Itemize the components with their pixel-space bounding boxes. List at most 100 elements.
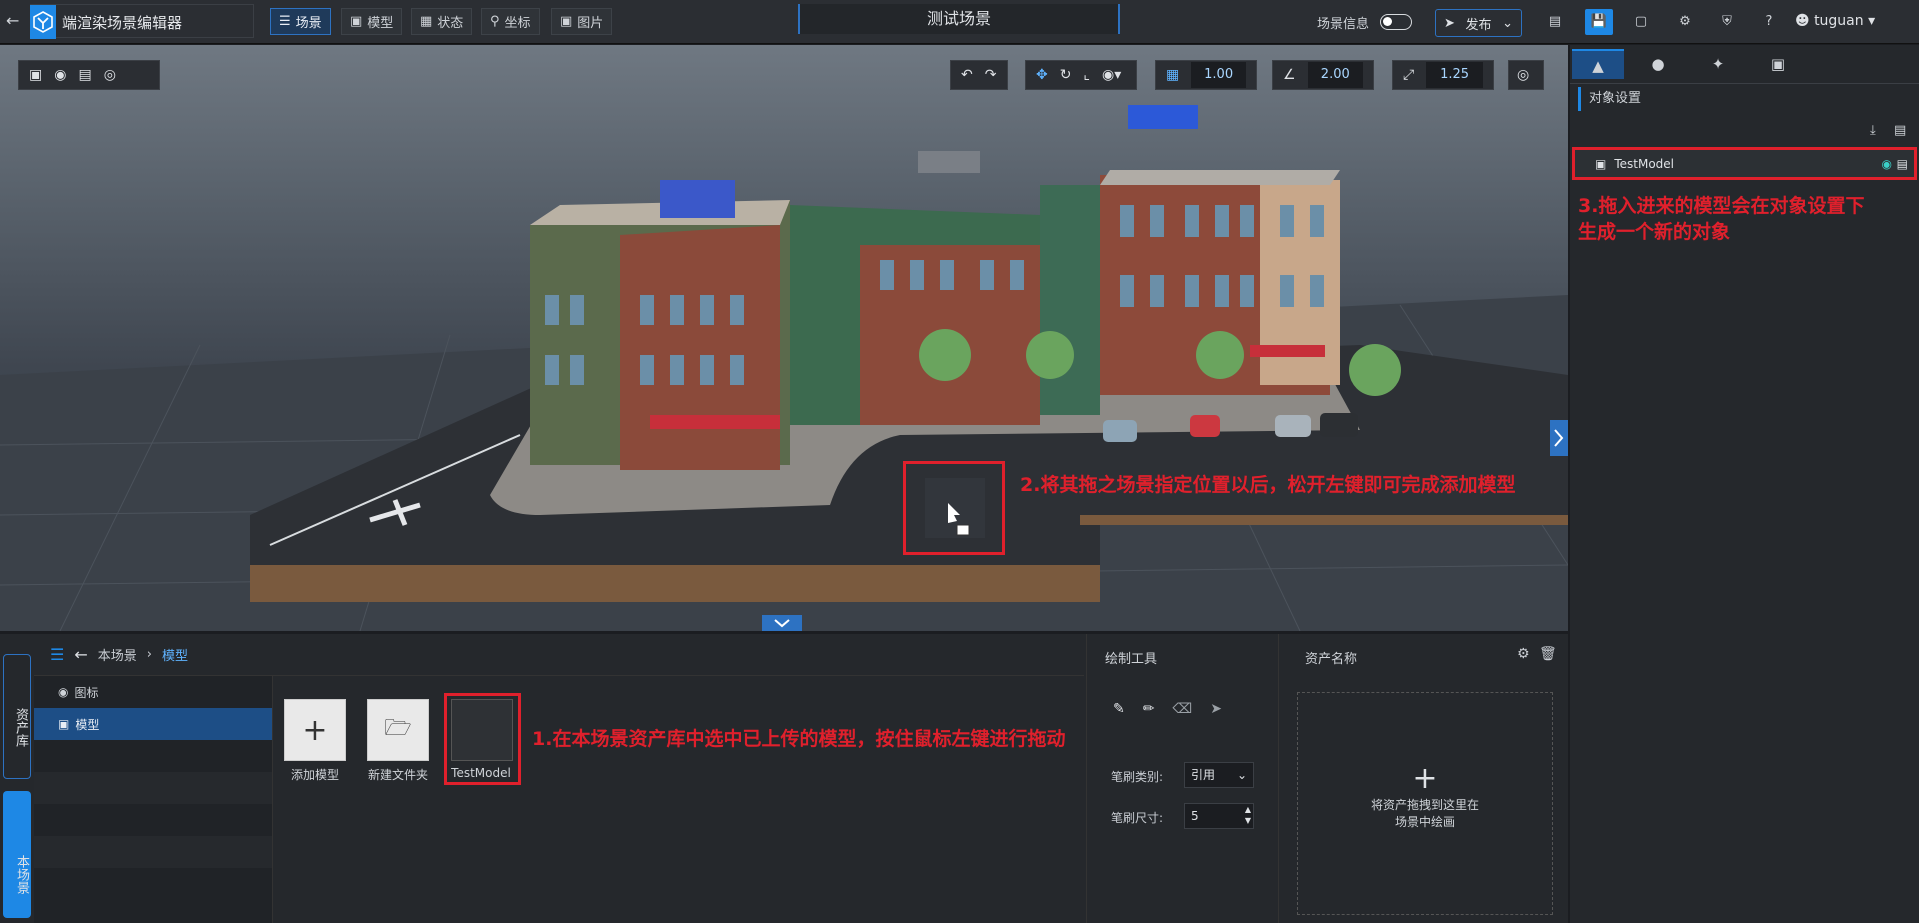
paint-brush-icon[interactable]: ✏ (1143, 701, 1155, 717)
send-icon: ➤ (1444, 15, 1455, 31)
brush-icon[interactable]: ✎ (1113, 701, 1125, 717)
back-arrow-icon[interactable]: ← (74, 645, 87, 664)
object-name: TestModel (1614, 156, 1675, 171)
draw-tools-row: ✎ ✏ ⌫ ➤ (1113, 701, 1222, 717)
scale-snap-input[interactable]: 1.25 (1426, 62, 1483, 88)
angle-snap-input[interactable]: 2.00 (1307, 62, 1363, 88)
grid-snap-control: ▦ 1.00 (1155, 60, 1257, 90)
scene-name-field[interactable]: 测试场景 (798, 4, 1120, 34)
settings-gear-icon[interactable]: ⚙ (1517, 646, 1530, 662)
cube-icon: ▣ (58, 717, 70, 731)
settings-gear-icon[interactable]: ⚙ (1676, 13, 1694, 31)
draw-tools-title: 绘制工具 (1105, 652, 1158, 667)
eye-icon[interactable]: ◉ (1882, 157, 1892, 171)
globe-icon[interactable]: ◎ (104, 67, 116, 83)
drop-hint-line1: 将资产拖拽到这里在 (1370, 798, 1479, 812)
grid-snap-input[interactable]: 1.00 (1191, 62, 1246, 88)
tab-label: 图片 (577, 16, 604, 31)
new-folder-label: 新建文件夹 (367, 768, 428, 782)
divider (1570, 83, 1919, 84)
add-model-card[interactable]: + (284, 699, 346, 761)
focus-toolbar: ◎ (1508, 60, 1544, 90)
publish-button[interactable]: ➤ 发布 ⌄ (1435, 9, 1522, 37)
tab-label: 坐标 (504, 16, 531, 31)
scene-viewport[interactable]: ▣ ◉ ▤ ◎ ↶ ↷ ✥ ↻ ⌞ ◉▾ ▦ 1.00 ∠ 2.00 ⤢ 1.2… (0, 45, 1568, 631)
tab-coordinate[interactable]: ⚲ 坐标 (481, 8, 540, 35)
brush-size-label: 笔刷尺寸: (1111, 811, 1164, 825)
tree-empty-row (34, 868, 272, 900)
move-icon[interactable]: ✥ (1036, 67, 1048, 83)
scale-icon[interactable]: ⤢ (1403, 67, 1414, 83)
layers-icon: ☰ (279, 14, 291, 29)
add-model-label: 添加模型 (290, 768, 339, 782)
brush-type-value: 引用 (1191, 768, 1216, 782)
chevron-right-icon: › (146, 647, 152, 662)
chevron-down-icon: ⌄ (1236, 768, 1247, 782)
pivot-dropdown-icon[interactable]: ◉▾ (1102, 67, 1121, 83)
tab-state[interactable]: ▦ 状态 (411, 8, 473, 35)
plus-icon: + (1412, 761, 1438, 796)
redo-icon[interactable]: ↷ (985, 67, 997, 83)
tab-environment[interactable]: ▣ (1752, 49, 1804, 79)
app-logo-icon (30, 5, 56, 39)
object-item-testmodel[interactable]: ▣ TestModel ◉ ▤ (1572, 147, 1917, 180)
scene-render (0, 105, 1568, 631)
tab-image[interactable]: ▣ 图片 (551, 8, 613, 35)
user-menu[interactable]: ☻ tuguan ▾ (1795, 13, 1875, 29)
pin-icon: ◉ (58, 685, 69, 699)
image-icon: ▣ (1770, 55, 1786, 73)
asset-name-title: 资产名称 (1305, 652, 1358, 667)
lock-icon[interactable]: ▤ (1897, 157, 1908, 171)
shield-icon[interactable]: ⛨ (1718, 13, 1736, 31)
trash-icon[interactable]: 🗑 (1539, 646, 1557, 662)
tab-model[interactable]: ▣ 模型 (341, 8, 403, 35)
brush-type-select[interactable]: 引用 ⌄ (1184, 762, 1254, 788)
building-icon[interactable]: ▤ (78, 67, 91, 83)
stepper-icon[interactable]: ▲ ▼ (1245, 804, 1251, 826)
undo-icon[interactable]: ↶ (961, 67, 973, 83)
menu-icon[interactable]: ☰ (50, 645, 64, 664)
eraser-icon[interactable]: ⌫ (1172, 701, 1192, 717)
import-icon[interactable]: ⤓ (1870, 123, 1876, 138)
help-icon[interactable]: ? (1760, 13, 1778, 31)
annotation-step3-line2: 生成一个新的对象 (1578, 221, 1731, 243)
new-folder-card[interactable]: 🗁 (367, 699, 429, 761)
breadcrumb-root[interactable]: 本场景 (98, 645, 137, 664)
asset-name-panel: 资产名称 ⚙ 🗑 + 将资产拖拽到这里在 场景中绘画 (1278, 634, 1568, 923)
tree-item-models[interactable]: ▣ 模型 (34, 708, 272, 740)
monitor-icon[interactable]: ▢ (1632, 13, 1650, 31)
annotation-step2: 2.将其拖之场景指定位置以后，松开左键即可完成添加模型 (1020, 474, 1516, 496)
draw-tools-panel: 绘制工具 ✎ ✏ ⌫ ➤ 笔刷类别: 引用 ⌄ 笔刷尺寸: 5 ▲ ▼ (1086, 634, 1278, 923)
rotate-icon[interactable]: ↻ (1060, 67, 1072, 83)
tab-objects[interactable]: ▲ (1572, 49, 1624, 79)
objects-icon: ▲ (1592, 57, 1604, 75)
add-building-icon[interactable]: ▤ (1894, 123, 1906, 138)
divider (272, 676, 273, 923)
tab-effects[interactable]: ✦ (1692, 49, 1744, 79)
side-tab-asset-library[interactable]: 资产库 (3, 654, 31, 779)
tree-label: 图标 (74, 685, 99, 700)
location-pin-icon[interactable]: ◉ (54, 67, 66, 83)
select-arrow-icon[interactable]: ➤ (1210, 701, 1222, 717)
cube-view-icon[interactable]: ▣ (29, 67, 42, 83)
lightbulb-icon: ● (1651, 55, 1665, 73)
object-settings-title: 对象设置 (1578, 87, 1913, 111)
scene-info-toggle[interactable] (1380, 14, 1412, 30)
asset-drop-zone[interactable]: + 将资产拖拽到这里在 场景中绘画 (1297, 692, 1553, 915)
tab-lighting[interactable]: ● (1632, 49, 1684, 79)
focus-target-icon[interactable]: ◎ (1517, 67, 1529, 83)
save-icon[interactable]: 💾 (1585, 9, 1613, 35)
side-tab-this-scene[interactable]: 本场景 (3, 791, 31, 918)
tab-label: 场景 (295, 16, 322, 31)
scale-axes-icon[interactable]: ⌞ (1083, 67, 1090, 83)
brush-size-input[interactable]: 5 ▲ ▼ (1184, 803, 1254, 829)
back-arrow-icon[interactable]: ← (6, 12, 24, 30)
tree-item-icons[interactable]: ◉ 图标 (34, 676, 272, 708)
tab-label: 状态 (437, 16, 464, 31)
grid-snap-icon[interactable]: ▦ (1166, 67, 1179, 83)
undo-redo-toolbar: ↶ ↷ (950, 60, 1008, 90)
archive-icon[interactable]: ▤ (1546, 13, 1564, 31)
angle-icon[interactable]: ∠ (1283, 67, 1296, 83)
tree-empty-row (34, 804, 272, 836)
tab-scene[interactable]: ☰ 场景 (270, 8, 331, 35)
